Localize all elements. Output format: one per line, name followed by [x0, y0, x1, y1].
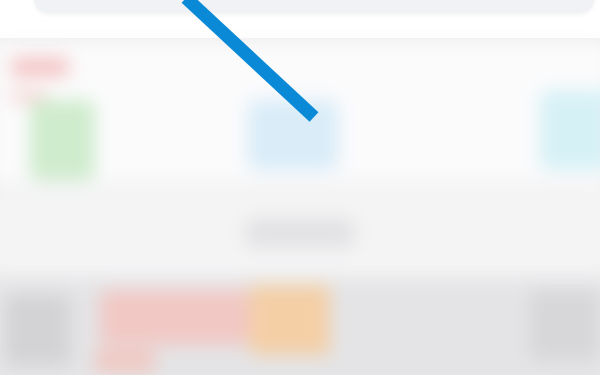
blurred-thumbnail — [5, 295, 70, 365]
blurred-red-tag — [95, 350, 155, 372]
search-card[interactable] — [34, 0, 594, 13]
blurred-red-banner — [100, 290, 250, 345]
blurred-blue-tile — [248, 100, 338, 170]
blurred-center-pill — [245, 218, 355, 248]
blurred-orange-banner — [250, 285, 330, 355]
blurred-green-tile — [30, 100, 95, 180]
screen — [0, 0, 600, 375]
blurred-background-content — [0, 30, 600, 375]
blurred-right-thumbnail — [530, 290, 600, 360]
blurred-cyan-tile — [540, 90, 600, 170]
blurred-red-label — [10, 58, 70, 76]
